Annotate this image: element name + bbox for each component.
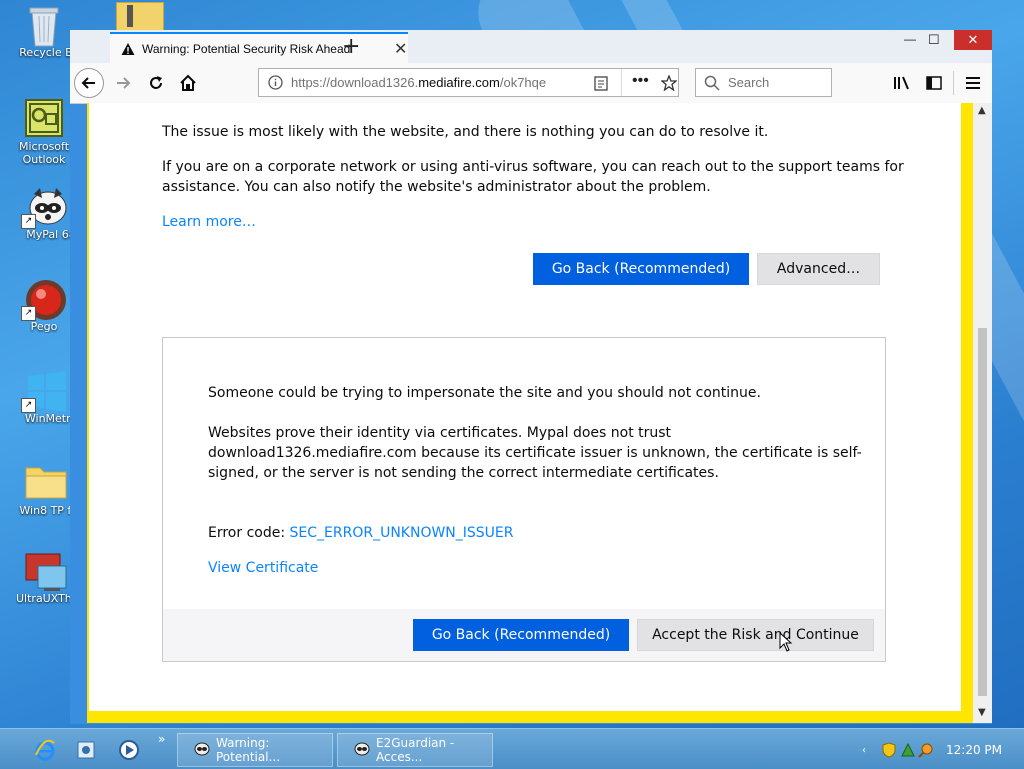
minimize-button[interactable]: — [904, 32, 916, 52]
bookmark-star-icon[interactable] [661, 75, 677, 91]
pego-icon: ↗ [21, 278, 66, 321]
ultrauxtheme-icon [24, 550, 67, 591]
url-bar[interactable]: https://download1326.mediafire.com/ok7hq… [258, 68, 679, 97]
menu-button[interactable] [958, 68, 988, 98]
go-back-button-secondary[interactable]: Go Back (Recommended) [413, 619, 629, 651]
show-hidden-icons[interactable]: ‹ [862, 733, 866, 767]
recycle-bin-icon [24, 4, 64, 47]
internet-explorer-icon [35, 739, 55, 761]
issue-paragraph: The issue is most likely with the websit… [162, 124, 769, 140]
media-quicklaunch[interactable] [118, 733, 140, 767]
error-page: The issue is most likely with the websit… [87, 103, 973, 723]
hamburger-menu-icon [966, 77, 980, 89]
advanced-panel-footer: Go Back (Recommended) Accept the Risk an… [163, 609, 885, 661]
error-code-link[interactable]: SEC_ERROR_UNKNOWN_ISSUER [290, 525, 514, 541]
toolbar-divider [953, 71, 954, 95]
search-placeholder: Search [728, 75, 770, 90]
search-bar[interactable]: Search [695, 68, 832, 97]
impersonate-warning: Someone could be trying to impersonate t… [208, 385, 761, 401]
sidebar-button[interactable] [919, 68, 949, 98]
mouse-cursor-icon [779, 632, 793, 652]
arrow-left-icon [81, 77, 95, 89]
url-divider [621, 69, 622, 96]
shield-icon [882, 742, 896, 758]
back-button[interactable] [74, 68, 104, 98]
forward-button[interactable] [108, 68, 138, 98]
folder-icon [24, 462, 67, 502]
url-prefix: https://download1326. [291, 75, 419, 90]
certificate-explanation-line3: signed, or the server is not sending the… [208, 465, 719, 481]
tray-network[interactable] [900, 733, 916, 767]
taskbar-app-label: Warning: Potential... [216, 736, 281, 764]
scroll-up-icon[interactable]: ▲ [978, 105, 986, 116]
winmetro-icon: ↗ [21, 370, 66, 413]
advanced-button[interactable]: Advanced… [757, 253, 880, 285]
sidebar-icon [926, 76, 942, 90]
ie-quicklaunch[interactable] [34, 733, 56, 767]
scrollbar-thumb[interactable] [978, 328, 987, 696]
url-suffix: /ok7hqe [499, 75, 547, 90]
arrow-right-icon [117, 77, 131, 89]
advanced-panel: Someone could be trying to impersonate t… [162, 337, 886, 662]
library-button[interactable] [887, 68, 917, 98]
info-icon[interactable] [268, 75, 283, 90]
tab-close-icon[interactable]: ✕ [394, 39, 407, 59]
reload-icon [150, 76, 162, 89]
error-code-label: Error code: [208, 525, 290, 541]
media-player-icon [119, 740, 139, 760]
navigation-toolbar: https://download1326.mediafire.com/ok7hq… [70, 63, 992, 104]
new-tab-button[interactable]: + [342, 34, 360, 59]
view-certificate-link[interactable]: View Certificate [208, 558, 318, 578]
mypal-raccoon-icon [354, 741, 370, 760]
shortcut-arrow-icon: ↗ [21, 214, 36, 229]
tab-warning[interactable]: Warning: Potential Security Risk Ahead ✕ [110, 32, 408, 63]
url-domain: mediafire.com [418, 75, 500, 90]
quicklaunch-overflow-icon[interactable]: » [158, 731, 165, 747]
reader-view-icon[interactable] [594, 76, 608, 91]
certificate-explanation-line1: Websites prove their identity via certif… [208, 425, 672, 441]
tray-search[interactable] [918, 733, 934, 767]
outlook-icon [24, 98, 64, 138]
learn-more-link[interactable]: Learn more… [162, 212, 256, 232]
shortcut-arrow-icon: ↗ [21, 398, 36, 413]
close-window-button[interactable]: ✕ [954, 30, 992, 50]
reload-button[interactable] [141, 68, 171, 98]
scroll-down-icon[interactable]: ▼ [978, 707, 986, 718]
go-back-button[interactable]: Go Back (Recommended) [533, 253, 749, 285]
url-text: https://download1326.mediafire.com/ok7hq… [291, 75, 553, 90]
desktop-icon-label: Microsoft Outlook [18, 140, 70, 166]
corporate-paragraph-line2: assistance. You can also notify the webs… [162, 179, 711, 195]
certificate-explanation-line2: download1326.mediafire.com because its c… [208, 445, 862, 461]
search-icon [704, 75, 720, 91]
mypal-raccoon-icon: ↗ [21, 186, 67, 229]
control-panel-icon [77, 741, 95, 759]
taskbar-app-label: E2Guardian - Acces... [376, 736, 455, 764]
home-button[interactable] [173, 68, 203, 98]
warning-icon [121, 42, 135, 55]
page-actions-icon[interactable]: ••• [632, 72, 649, 90]
vertical-scrollbar[interactable]: ▲ ▼ [973, 103, 992, 723]
app-quicklaunch[interactable] [76, 733, 96, 767]
maximize-button[interactable]: ☐ [928, 32, 940, 52]
corporate-paragraph-line1: If you are on a corporate network or usi… [162, 159, 904, 175]
taskbar: » Warning: Potential... E2Guardian - Acc… [0, 728, 1024, 769]
error-code-row: Error code: SEC_ERROR_UNKNOWN_ISSUER [208, 523, 514, 543]
taskbar-app-browser[interactable]: Warning: Potential... [177, 733, 333, 767]
title-bar: Warning: Potential Security Risk Ahead ✕… [70, 30, 992, 63]
accept-risk-button[interactable]: Accept the Risk and Continue [637, 619, 874, 651]
browser-window: Warning: Potential Security Risk Ahead ✕… [70, 30, 992, 724]
magnifier-icon [918, 743, 933, 758]
home-icon [180, 74, 196, 91]
library-icon [894, 76, 909, 90]
tray-security[interactable] [882, 733, 896, 767]
network-icon [901, 742, 915, 757]
taskbar-app-e2guardian[interactable]: E2Guardian - Acces... [337, 733, 493, 767]
shortcut-arrow-icon: ↗ [21, 306, 36, 321]
clock[interactable]: 12:20 PM [946, 733, 1002, 767]
clipped-heading-fragment [163, 103, 233, 105]
mypal-raccoon-icon [194, 741, 210, 760]
tray-expand-icon: ‹ [862, 744, 866, 756]
